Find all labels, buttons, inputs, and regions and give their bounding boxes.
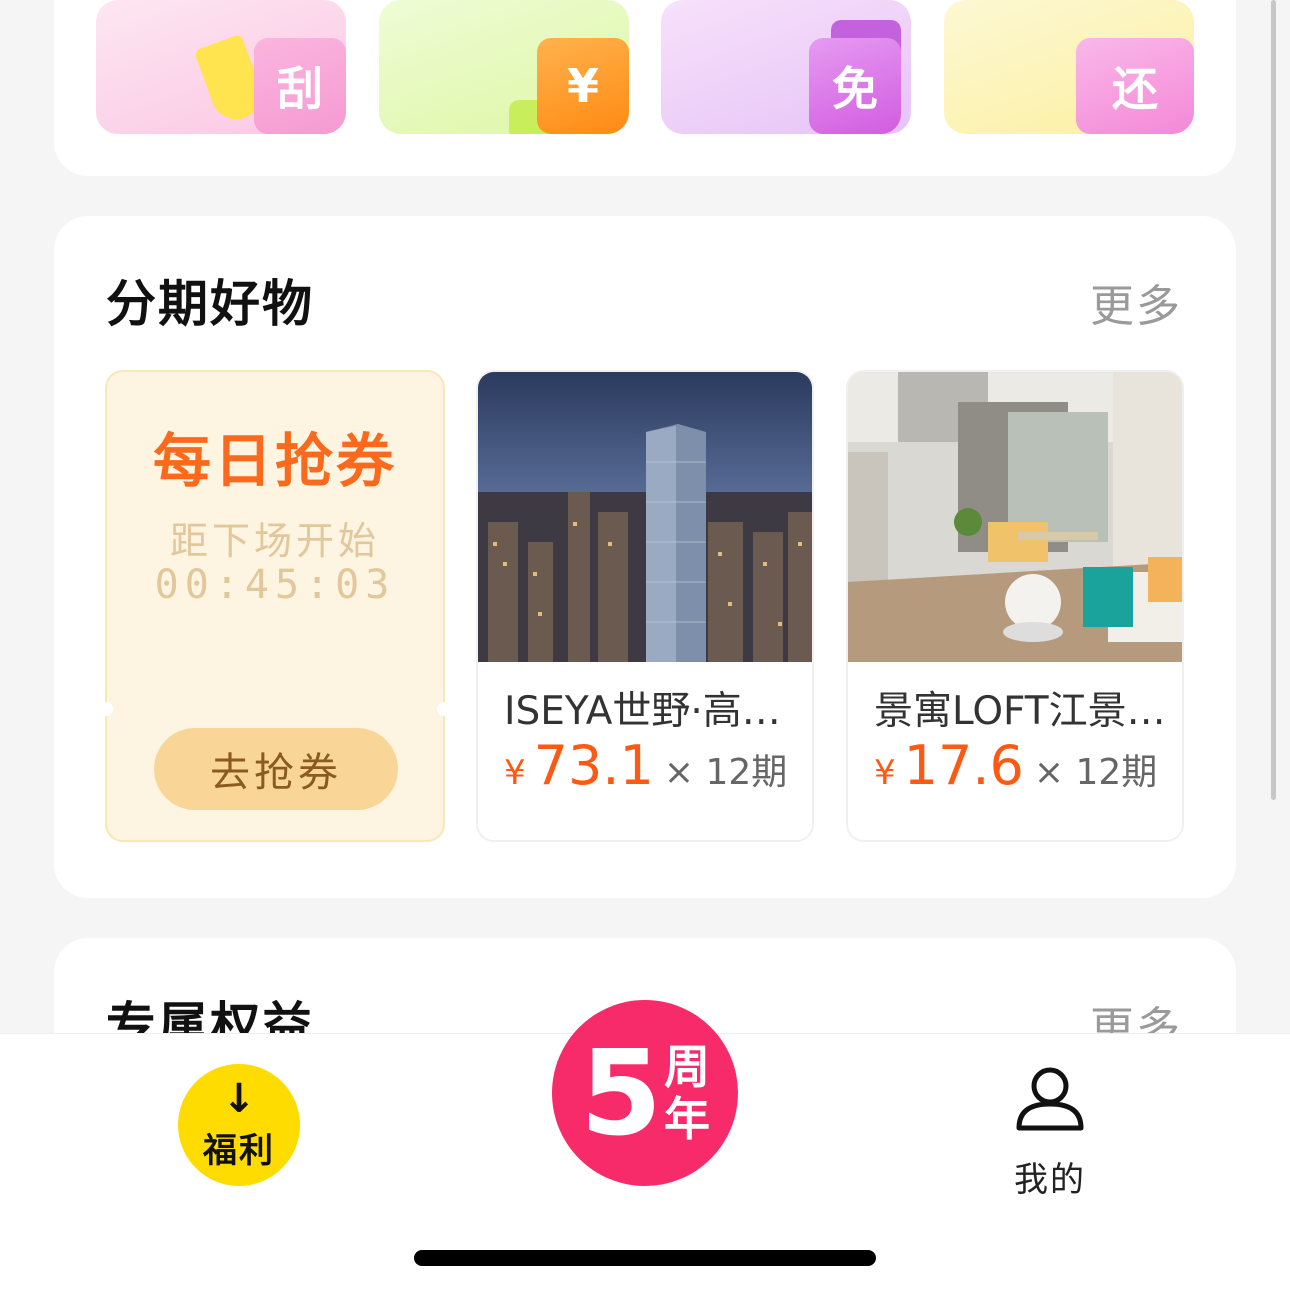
anniversary-text-top: 周 (664, 1040, 711, 1094)
anniversary-text: 周 年 (664, 1041, 710, 1145)
grab-coupon-button[interactable]: 去抢券 (154, 728, 398, 810)
coupon-subtitle: 距下场开始 (169, 519, 380, 563)
currency-symbol: ¥ (504, 753, 526, 793)
scrollbar[interactable] (1271, 0, 1276, 800)
more-link[interactable]: 更多 (1090, 270, 1182, 334)
quick-entry-repay[interactable]: 还 (944, 0, 1194, 134)
installment-period: × 12期 (1033, 752, 1158, 793)
shopping-bag-icon: 免 (809, 38, 901, 134)
coupon-title: 每日抢券 (152, 427, 397, 495)
user-icon (1016, 1067, 1084, 1131)
quick-entry-label: 刮 (277, 62, 323, 116)
product-card[interactable]: ISEYA世野·高… ¥ 73.1 × 12期 (476, 370, 814, 842)
coupon-notch (437, 702, 451, 716)
quick-entry-label: ¥ (566, 59, 599, 113)
anniversary-number: 5 (579, 1024, 663, 1162)
tab-welfare-label: 福利 (203, 1130, 275, 1171)
tab-welfare[interactable]: ↓ 福利 (178, 1064, 300, 1186)
daily-coupon-card[interactable]: 每日抢券 距下场开始 00:45:03 去抢券 (99, 370, 451, 842)
product-name: 景寓LOFT江景… (874, 689, 1166, 734)
product-image-loft-room (848, 372, 1182, 662)
currency-symbol: ¥ (874, 753, 896, 793)
product-name: ISEYA世野·高… (504, 689, 781, 734)
download-arrow-icon: ↓ (222, 1075, 256, 1122)
tab-anniversary[interactable]: 5 周 年 (552, 1000, 738, 1186)
coupon-notch (99, 702, 113, 716)
quick-entry-installment[interactable]: ¥ (379, 0, 629, 134)
tab-mine-label: 我的 (1014, 1160, 1086, 1200)
yen-icon: ¥ (537, 38, 629, 134)
tab-mine[interactable]: 我的 (990, 1066, 1110, 1201)
product-image-city-night (478, 372, 812, 662)
anniversary-text-bottom: 年 (664, 1092, 711, 1146)
product-price-row: ¥ 73.1 × 12期 (504, 734, 787, 797)
quick-entry-label: 还 (1112, 62, 1158, 116)
wallet-icon: 还 (1076, 38, 1194, 134)
quick-entry-scratch[interactable]: 刮 (96, 0, 346, 134)
product-price: 73.1 (533, 734, 654, 797)
home-indicator[interactable] (414, 1250, 876, 1266)
installment-goods-card: 分期好物 更多 每日抢券 距下场开始 00:45:03 去抢券 ISEYA世野·… (54, 216, 1236, 898)
quick-entry-card: 刮 ¥ 免 还 (54, 0, 1236, 176)
product-card[interactable]: 景寓LOFT江景… ¥ 17.6 × 12期 (846, 370, 1184, 842)
countdown-timer: 00:45:03 (154, 562, 396, 608)
installment-period: × 12期 (663, 752, 788, 793)
scratch-icon: 刮 (254, 38, 346, 134)
quick-entry-free[interactable]: 免 (661, 0, 911, 134)
quick-entry-label: 免 (832, 62, 878, 116)
section-title: 分期好物 (106, 275, 314, 333)
product-price: 17.6 (903, 734, 1024, 797)
product-price-row: ¥ 17.6 × 12期 (874, 734, 1157, 797)
